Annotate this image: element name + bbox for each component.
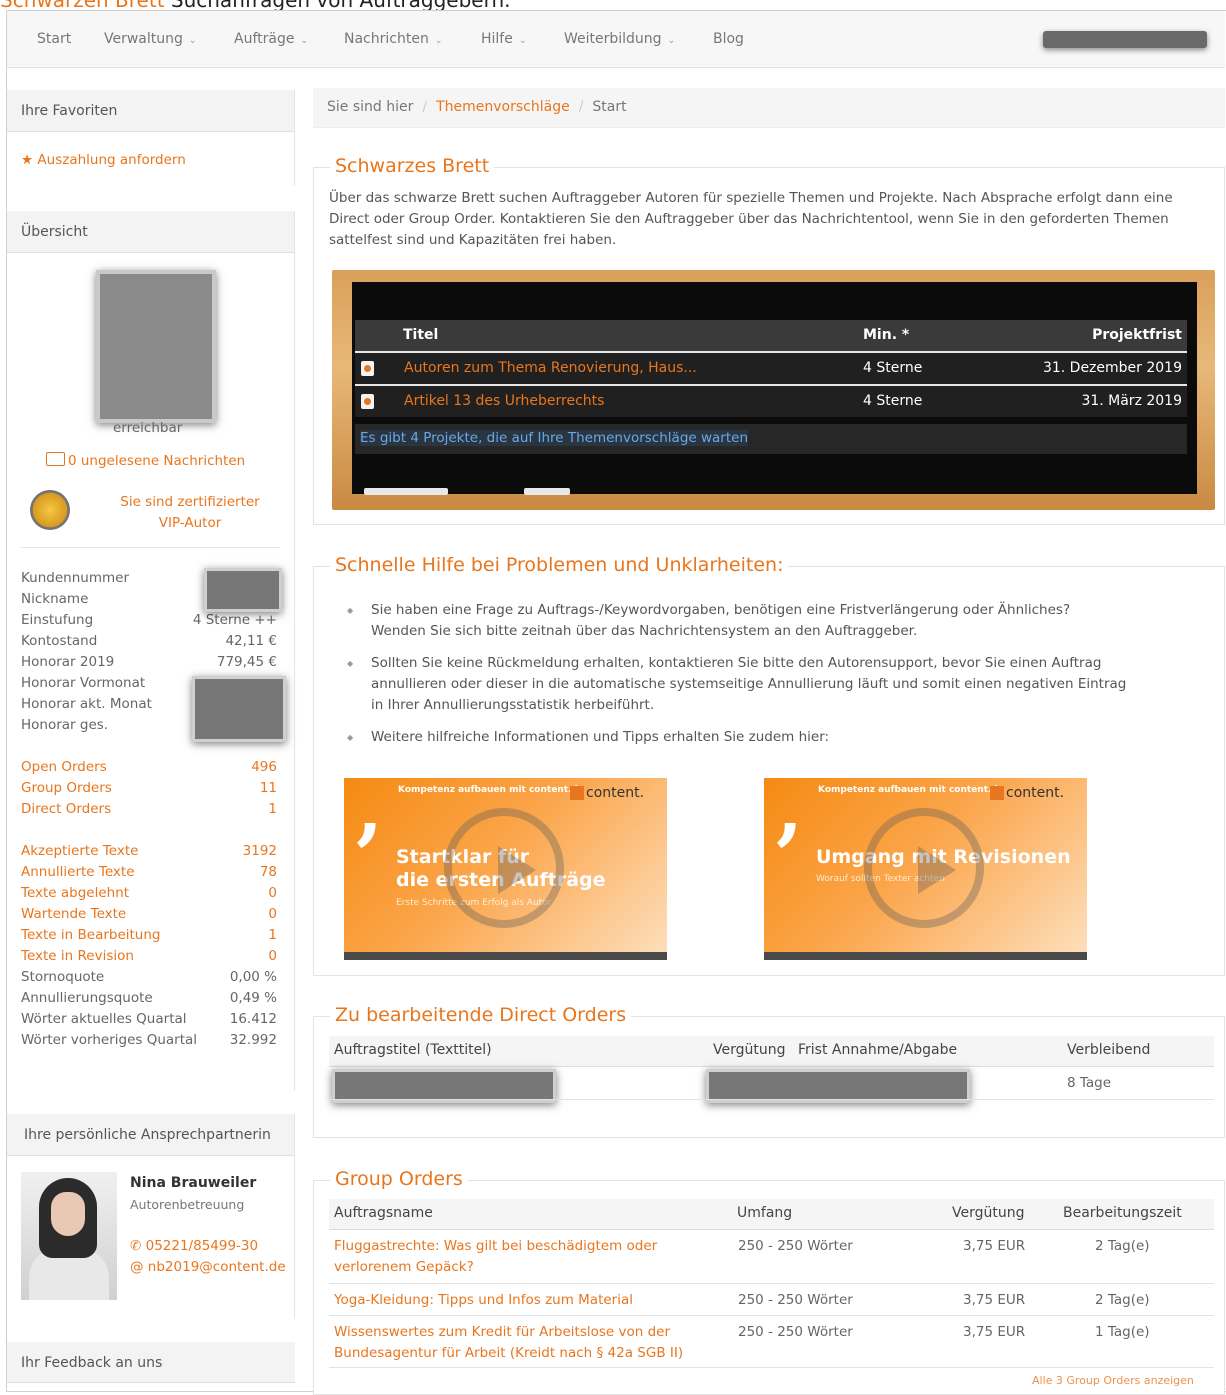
row-divider xyxy=(329,1283,1214,1284)
group-order-pay: 3,75 EUR xyxy=(963,1238,1026,1254)
help-item: Weitere hilfreiche Informationen und Tip… xyxy=(347,727,1207,748)
chalk-piece xyxy=(364,488,448,495)
video-thumbnail-startklar[interactable]: , Kompetenz aufbauen mit content.de cont… xyxy=(344,778,667,960)
group-orders-title: Group Orders xyxy=(330,1168,468,1190)
group-order-scope: 250 - 250 Wörter xyxy=(738,1238,853,1254)
vip-badge-icon xyxy=(30,490,70,530)
content-logo: content. xyxy=(990,785,1064,801)
help-item: Sie haben eine Frage zu Auftrags-/Keywor… xyxy=(347,600,1101,642)
divider xyxy=(20,547,280,548)
direct-order-remaining: 8 Tage xyxy=(1067,1075,1112,1091)
document-icon xyxy=(361,361,374,376)
group-order-name[interactable]: Wissenswertes zum Kredit für Arbeitslose… xyxy=(334,1322,683,1364)
row-divider xyxy=(329,1099,1214,1100)
chevron-down-icon: ⌄ xyxy=(434,36,443,46)
nav-nachrichten[interactable]: Nachrichten ⌄ xyxy=(344,31,442,47)
nav-hilfe[interactable]: Hilfe ⌄ xyxy=(481,31,526,47)
board-footer: Es gibt 4 Projekte, die auf Ihre Themenv… xyxy=(355,424,1187,454)
redacted-order-payment xyxy=(706,1069,970,1103)
group-order-time: 2 Tag(e) xyxy=(1095,1238,1150,1254)
favorites-panel-title: Ihre Favoriten xyxy=(7,90,295,132)
nav-auftraege[interactable]: Aufträge ⌄ xyxy=(234,31,308,47)
chevron-down-icon: ⌄ xyxy=(300,36,309,46)
group-order-time: 1 Tag(e) xyxy=(1095,1324,1150,1340)
nav-blog[interactable]: Blog xyxy=(713,31,744,47)
group-order-time: 2 Tag(e) xyxy=(1095,1292,1150,1308)
panel-border xyxy=(294,211,295,1091)
board-description: Über das schwarze Brett suchen Auftragge… xyxy=(329,190,1173,248)
nav-weiterbildung[interactable]: Weiterbildung ⌄ xyxy=(564,31,675,47)
video-progress-bar[interactable] xyxy=(344,952,667,960)
group-order-scope: 250 - 250 Wörter xyxy=(738,1292,853,1308)
help-list: Sie haben eine Frage zu Auftrags-/Keywor… xyxy=(347,600,1207,759)
breadcrumb: Sie sind hier / Themenvorschläge / Start xyxy=(313,88,1225,128)
contact-email[interactable]: @ nb2019@content.de xyxy=(130,1259,286,1275)
redacted-customer-data xyxy=(204,568,282,612)
contact-photo xyxy=(21,1172,117,1300)
contact-phone[interactable]: ✆ 05221/85499-30 xyxy=(130,1238,258,1254)
chalk-piece xyxy=(524,488,570,495)
chevron-down-icon: ⌄ xyxy=(667,36,676,46)
show-all-group-orders-link[interactable]: Alle 3 Group Orders anzeigen xyxy=(1032,1370,1194,1391)
chevron-down-icon: ⌄ xyxy=(518,36,527,46)
breadcrumb-current: Start xyxy=(592,99,627,115)
video-progress-bar[interactable] xyxy=(764,952,1087,960)
help-title: Schnelle Hilfe bei Problemen und Unklarh… xyxy=(330,554,789,576)
board-title: Schwarzes Brett xyxy=(330,155,495,177)
unread-messages-link[interactable]: 0 ungelesene Nachrichten xyxy=(46,452,245,469)
favorite-link-payout[interactable]: ★ Auszahlung anfordern xyxy=(21,152,186,168)
play-icon[interactable] xyxy=(444,808,564,928)
play-icon[interactable] xyxy=(864,808,984,928)
contact-name: Nina Brauweiler xyxy=(130,1175,257,1191)
at-icon: @ xyxy=(130,1259,144,1275)
content-logo: content. xyxy=(570,785,644,801)
redacted-user-menu[interactable] xyxy=(1043,31,1207,48)
breadcrumb-link-themenvorschlaege[interactable]: Themenvorschläge xyxy=(436,99,570,115)
document-icon xyxy=(361,394,374,409)
chevron-down-icon: ⌄ xyxy=(188,36,197,46)
availability-status: erreichbar xyxy=(113,420,183,436)
panel-border xyxy=(294,1114,295,1319)
group-order-pay: 3,75 EUR xyxy=(963,1292,1026,1308)
star-icon: ★ xyxy=(21,152,34,168)
group-order-pay: 3,75 EUR xyxy=(963,1324,1026,1340)
direct-orders-header: Auftragstitel (Texttitel) Vergütung Fris… xyxy=(329,1036,1214,1067)
contact-role: Autorenbetreuung xyxy=(130,1197,245,1212)
panel-border xyxy=(294,90,295,186)
feedback-panel-title: Ihr Feedback an uns xyxy=(7,1342,295,1383)
group-orders-header: Auftragsname Umfang Vergütung Bearbeitun… xyxy=(329,1199,1214,1230)
board-projects-link[interactable]: Es gibt 4 Projekte, die auf Ihre Themenv… xyxy=(360,430,748,446)
envelope-icon xyxy=(46,452,65,466)
video-thumbnail-revisionen[interactable]: , Kompetenz aufbauen mit content.de cont… xyxy=(764,778,1087,960)
nav-verwaltung[interactable]: Verwaltung ⌄ xyxy=(104,31,196,47)
row-divider xyxy=(329,1367,1214,1368)
group-order-name[interactable]: Yoga-Kleidung: Tipps und Infos zum Mater… xyxy=(334,1290,633,1311)
redacted-honorar-data xyxy=(192,676,286,742)
profile-avatar-redacted xyxy=(96,270,216,423)
redacted-order-title[interactable] xyxy=(332,1069,556,1103)
phone-icon: ✆ xyxy=(130,1238,142,1254)
board-table-row[interactable]: Artikel 13 des Urheberrechts 4 Sterne 31… xyxy=(355,384,1187,417)
overview-panel-title: Übersicht xyxy=(7,211,295,253)
board-table-header: Titel Min. * Projektfrist xyxy=(355,320,1187,351)
vip-status-link[interactable]: Sie sind zertifizierter VIP-Autor xyxy=(118,492,262,534)
contact-panel-title: Ihre persönliche Ansprechpartnerin xyxy=(7,1114,295,1156)
group-order-scope: 250 - 250 Wörter xyxy=(738,1324,853,1340)
nav-start[interactable]: Start xyxy=(37,31,71,47)
group-order-name[interactable]: Fluggastrechte: Was gilt bei beschädigte… xyxy=(334,1236,657,1278)
board-table-row[interactable]: Autoren zum Thema Renovierung, Haus... 4… xyxy=(355,351,1187,384)
row-divider xyxy=(329,1315,1214,1316)
help-item: Sollten Sie keine Rückmeldung erhalten, … xyxy=(347,653,1131,716)
direct-orders-title: Zu bearbeitende Direct Orders xyxy=(330,1004,632,1026)
